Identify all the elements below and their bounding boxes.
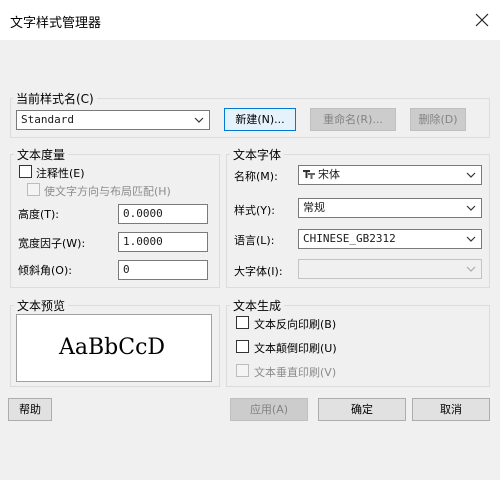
font-name-label: 名称(M):	[234, 170, 278, 183]
vertical-label: 文本垂直印刷(V)	[254, 366, 337, 379]
text-style-dialog: 文字样式管理器 当前样式名(C) Standard 新建(N)... 重命名(R…	[0, 0, 500, 480]
apply-button[interactable]: 应用(A)	[230, 398, 308, 421]
close-icon	[475, 13, 489, 27]
oblique-angle-label: 倾斜角(O):	[18, 264, 72, 277]
font-style-combo[interactable]: 常规	[298, 198, 482, 218]
help-button[interactable]: 帮助	[8, 398, 52, 421]
annotative-checkbox[interactable]	[19, 165, 32, 178]
font-name-combo[interactable]: 宋体	[298, 165, 482, 185]
ok-button[interactable]: 确定	[318, 398, 406, 421]
dialog-title: 文字样式管理器	[10, 16, 102, 31]
new-style-button[interactable]: 新建(N)...	[224, 108, 296, 131]
chevron-down-icon	[466, 172, 476, 178]
chevron-down-icon	[466, 236, 476, 242]
vertical-checkbox[interactable]	[236, 364, 249, 377]
height-label: 高度(T):	[18, 208, 60, 221]
width-factor-label: 宽度因子(W):	[18, 237, 86, 250]
match-orientation-checkbox[interactable]	[27, 183, 40, 196]
current-style-group-label: 当前样式名(C)	[13, 90, 97, 107]
annotative-label: 注释性(E)	[36, 167, 85, 180]
close-button[interactable]	[468, 6, 496, 34]
title-bar: 文字样式管理器	[0, 0, 500, 40]
chevron-down-icon	[194, 117, 204, 123]
font-style-value: 常规	[303, 201, 325, 214]
big-font-label: 大字体(I):	[234, 265, 283, 278]
text-effects-group-label: 文本生成	[230, 297, 285, 314]
chevron-down-icon	[466, 205, 476, 211]
upside-down-label: 文本颠倒印刷(U)	[254, 342, 337, 355]
oblique-angle-input[interactable]: 0	[118, 260, 208, 280]
style-name-value: Standard	[21, 113, 74, 126]
backwards-checkbox[interactable]	[236, 316, 249, 329]
text-metrics-group-label: 文本度量	[14, 146, 69, 163]
rename-style-button[interactable]: 重命名(R)...	[310, 108, 396, 131]
width-factor-input[interactable]: 1.0000	[118, 232, 208, 252]
height-input[interactable]: 0.0000	[118, 204, 208, 224]
truetype-font-icon	[303, 170, 315, 179]
language-combo[interactable]: CHINESE_GB2312	[298, 229, 482, 249]
preview-sample-text: AaBbCcD	[59, 335, 166, 360]
language-value: CHINESE_GB2312	[303, 232, 396, 245]
style-name-combo[interactable]: Standard	[16, 110, 210, 130]
chevron-down-icon	[466, 266, 476, 272]
big-font-combo[interactable]	[298, 259, 482, 279]
backwards-label: 文本反向印刷(B)	[254, 318, 337, 331]
preview-box: AaBbCcD	[16, 314, 212, 382]
upside-down-checkbox[interactable]	[236, 340, 249, 353]
text-font-group-label: 文本字体	[230, 146, 285, 163]
delete-style-button[interactable]: 删除(D)	[410, 108, 466, 131]
language-label: 语言(L):	[234, 234, 275, 247]
cancel-button[interactable]: 取消	[412, 398, 490, 421]
text-preview-group-label: 文本预览	[14, 297, 69, 314]
font-name-value: 宋体	[318, 168, 340, 181]
font-style-label: 样式(Y):	[234, 204, 276, 217]
match-orientation-label: 使文字方向与布局匹配(H)	[44, 185, 171, 198]
